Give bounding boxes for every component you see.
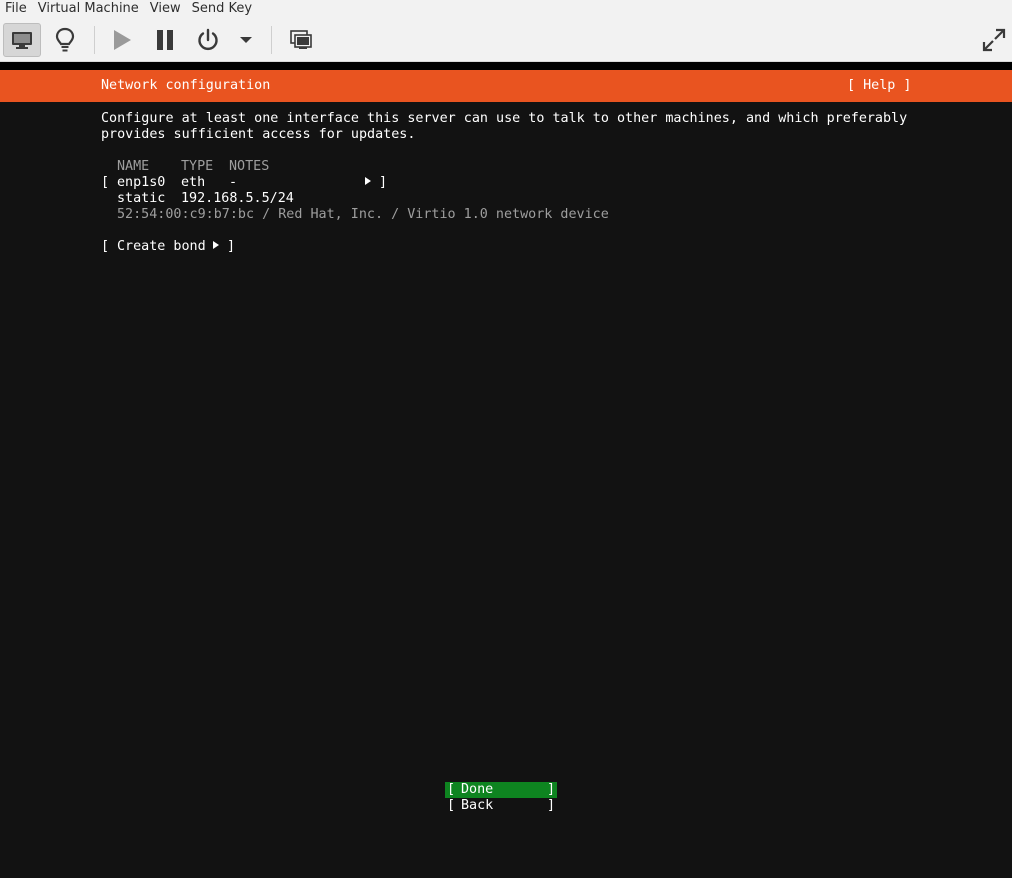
bracket-left: [ [447, 782, 456, 797]
vm-console[interactable]: Network configuration [ Help ] Configure… [0, 70, 1012, 820]
monitor-icon [12, 32, 32, 49]
create-bond-label: Create bond [117, 239, 206, 254]
toolbar [0, 18, 1012, 62]
interface-type: eth [181, 175, 206, 190]
done-label: Done [461, 782, 494, 797]
ip-address: 192.168.5.5/24 [181, 191, 294, 206]
page-title: Network configuration [101, 78, 271, 93]
snapshot-icon [290, 30, 312, 49]
menu-file[interactable]: File [0, 1, 33, 17]
chevron-down-icon [240, 37, 252, 43]
column-header-type: TYPE [181, 159, 214, 174]
toolbar-separator [94, 26, 95, 54]
pause-button[interactable] [146, 23, 184, 57]
intro-text-line-1: Configure at least one interface this se… [101, 111, 908, 126]
power-icon [198, 28, 218, 51]
intro-text-line-2: provides sufficient access for updates. [101, 127, 416, 142]
done-button[interactable]: [ Done ] [445, 782, 557, 798]
play-icon [114, 30, 131, 50]
run-button[interactable] [103, 23, 141, 57]
address-mode: static [117, 191, 166, 206]
column-header-notes: NOTES [229, 159, 270, 174]
bracket-left: [ [101, 239, 110, 254]
bracket-right: ] [546, 782, 555, 797]
menubar: File Virtual Machine View Send Key [0, 0, 1012, 18]
menu-send-key[interactable]: Send Key [187, 1, 258, 17]
snapshots-button[interactable] [282, 23, 320, 57]
row-arrow: ] [365, 175, 387, 191]
bracket-right: ] [546, 798, 555, 813]
back-button[interactable]: [ Back ] [445, 798, 557, 814]
arrow-right-icon [213, 241, 219, 249]
lightbulb-icon [55, 27, 75, 52]
help-button[interactable]: [ Help ] [847, 78, 912, 93]
back-label: Back [461, 798, 494, 813]
bracket-left: [ [101, 175, 110, 190]
console-view-button[interactable] [3, 23, 41, 57]
menu-view[interactable]: View [145, 1, 187, 17]
column-header-name: NAME [117, 159, 150, 174]
create-bond-arrow: ] [213, 239, 235, 255]
fullscreen-button[interactable] [976, 23, 1012, 57]
interface-name: enp1s0 [117, 175, 166, 190]
menu-virtual-machine[interactable]: Virtual Machine [33, 1, 145, 17]
pause-icon [157, 30, 173, 50]
vm-display-border [0, 62, 1012, 70]
shutdown-button[interactable] [189, 23, 227, 57]
interface-notes: - [229, 175, 238, 190]
installer-header: Network configuration [ Help ] [0, 70, 1012, 102]
details-button[interactable] [46, 23, 84, 57]
bracket-left: [ [447, 798, 456, 813]
interface-description: 52:54:00:c9:b7:bc / Red Hat, Inc. / Virt… [117, 207, 609, 222]
arrow-right-icon [365, 177, 371, 185]
toolbar-separator [271, 26, 272, 54]
fullscreen-icon [982, 28, 1006, 52]
shutdown-menu-button[interactable] [228, 23, 264, 57]
